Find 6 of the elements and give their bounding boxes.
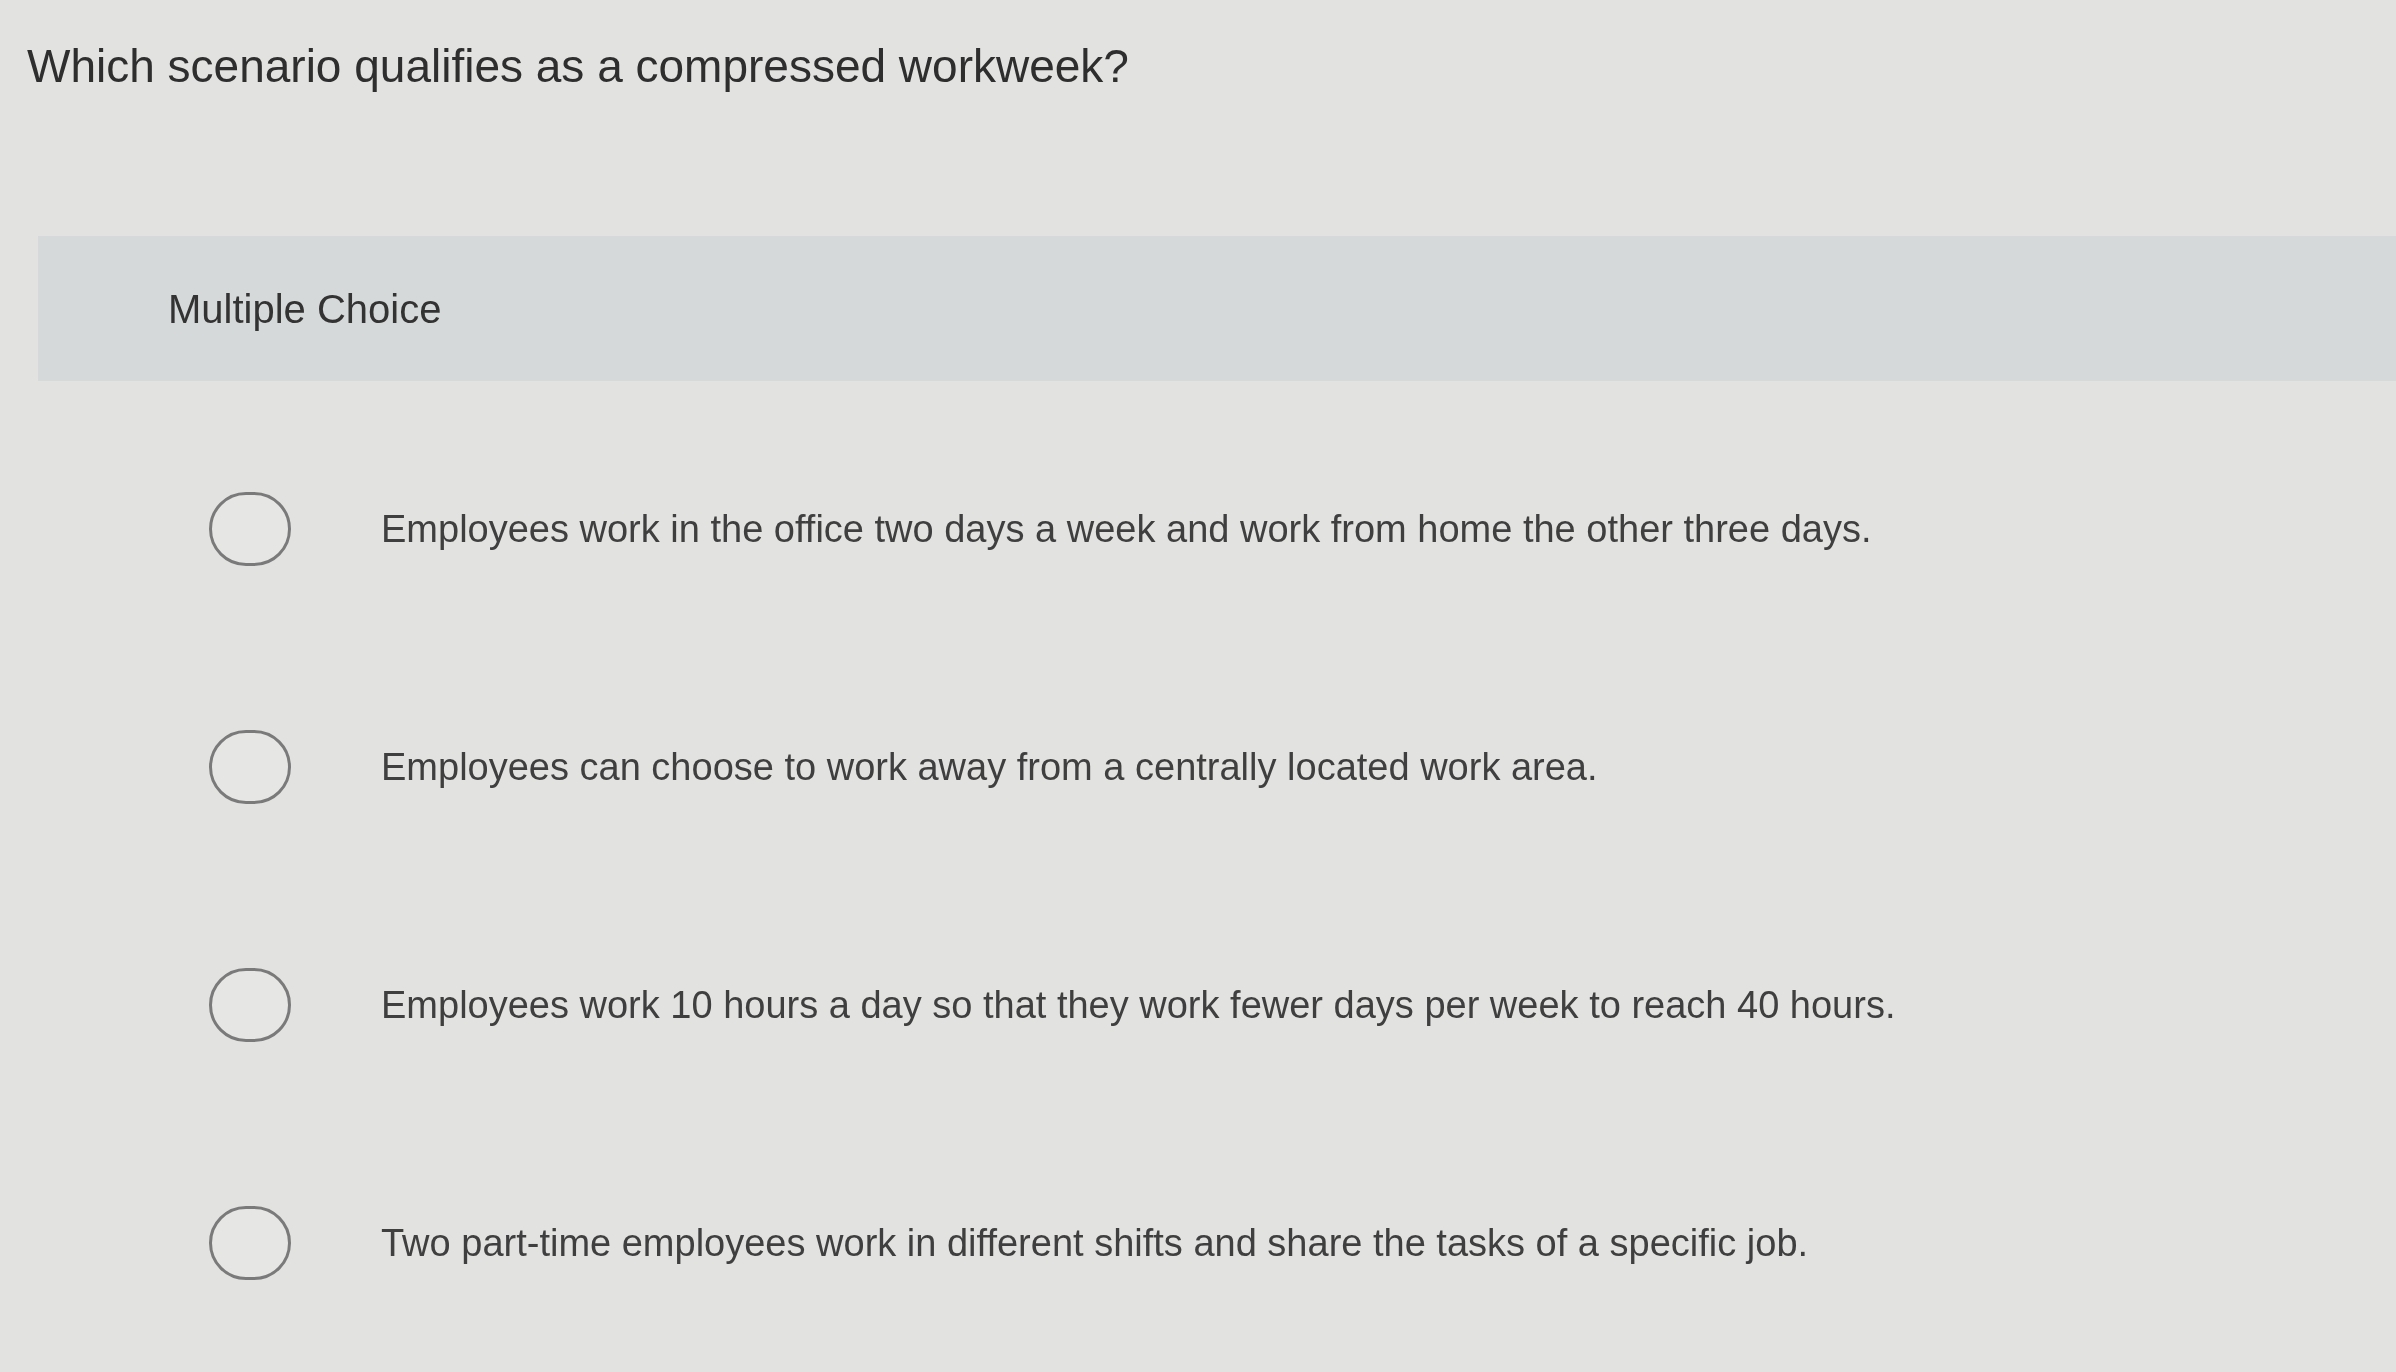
section-label: Multiple Choice [168, 285, 442, 333]
option-text[interactable]: Employees can choose to work away from a centrally located work area. [381, 743, 1598, 791]
option-text[interactable]: Two part-time employees work in different shifts and share the tasks of a specific job. [381, 1219, 1809, 1267]
option-text[interactable]: Employees work 10 hours a day so that they work fewer days per week to reach 40 hours. [381, 981, 1896, 1029]
question-text: Which scenario qualifies as a compressed workweek? [27, 39, 1129, 94]
option-text[interactable]: Employees work in the office two days a week and work from home the other three days. [381, 505, 1872, 553]
